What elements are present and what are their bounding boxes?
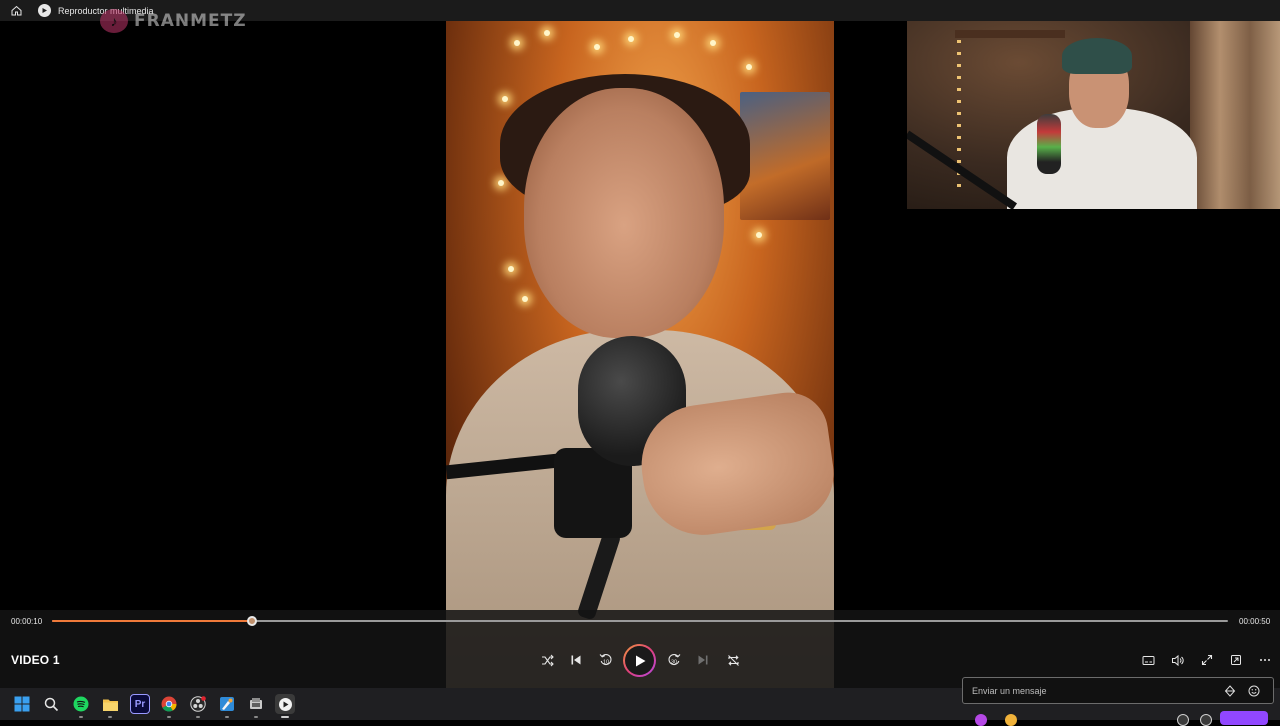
string-light xyxy=(498,180,504,186)
media-player-taskbar-icon[interactable] xyxy=(275,694,295,714)
play-button[interactable] xyxy=(623,644,656,677)
rewind-label: 10 xyxy=(603,660,609,666)
premiere-pro-label: Pr xyxy=(134,698,146,710)
more-icon[interactable] xyxy=(1255,650,1275,670)
string-light xyxy=(746,64,752,70)
rewind-10-icon[interactable]: 10 xyxy=(596,650,616,670)
taskbar-running-indicator xyxy=(167,716,171,718)
background-poster xyxy=(740,92,830,220)
webcam-overlay xyxy=(907,0,1280,209)
chat-placeholder: Enviar un mensaje xyxy=(972,685,1047,696)
bits-icon[interactable] xyxy=(1223,684,1236,697)
taskbar-active-indicator xyxy=(281,716,289,718)
windows-start-icon[interactable] xyxy=(12,694,32,714)
string-light xyxy=(522,296,528,302)
taskbar-running-indicator xyxy=(225,716,229,718)
skip-next-icon[interactable] xyxy=(693,650,713,670)
tiktok-logo-icon: ♪ xyxy=(100,9,128,33)
fullscreen-icon[interactable] xyxy=(1197,650,1217,670)
string-light xyxy=(502,96,508,102)
play-icon xyxy=(635,655,645,666)
video-title: VIDEO 1 xyxy=(11,653,60,667)
paint-icon[interactable] xyxy=(217,694,237,714)
string-light xyxy=(594,44,600,50)
chat-badge-icon xyxy=(975,714,987,726)
string-light xyxy=(514,40,520,46)
forward-30-icon[interactable]: 30 xyxy=(664,650,684,670)
seek-bar[interactable] xyxy=(52,616,1228,626)
webcam-mic-arm xyxy=(907,130,1018,209)
string-light xyxy=(756,232,762,238)
webcam-streamer-cap xyxy=(1062,38,1132,74)
shuffle-icon[interactable] xyxy=(537,650,557,670)
search-icon[interactable] xyxy=(41,694,61,714)
seek-progress xyxy=(52,620,252,622)
channel-points-icon[interactable] xyxy=(1005,714,1017,726)
chat-settings-icon[interactable] xyxy=(1177,714,1189,726)
seek-thumb[interactable] xyxy=(246,616,257,626)
webcam-shelf xyxy=(955,30,1065,38)
taskbar-running-indicator xyxy=(254,716,258,718)
subtitles-icon[interactable] xyxy=(1138,650,1158,670)
string-light xyxy=(508,266,514,272)
repeat-off-icon[interactable] xyxy=(723,650,743,670)
current-time: 00:00:10 xyxy=(11,617,43,626)
string-light xyxy=(674,32,680,38)
emote-icon[interactable] xyxy=(1247,684,1260,697)
webcam-microphone xyxy=(1037,114,1061,174)
taskbar-running-indicator xyxy=(108,716,112,718)
volume-icon[interactable] xyxy=(1167,650,1187,670)
gear-icon[interactable] xyxy=(1200,714,1212,726)
tiktok-watermark: ♪ FRANMETZ xyxy=(100,9,247,33)
webcam-curtain xyxy=(1190,0,1280,209)
string-light xyxy=(544,30,550,36)
media-player-app-icon xyxy=(38,4,51,17)
string-light xyxy=(628,36,634,42)
taskbar-running-indicator xyxy=(196,716,200,718)
skip-previous-icon[interactable] xyxy=(566,650,586,670)
watermark-text: FRANMETZ xyxy=(134,11,247,31)
speaker-face xyxy=(524,88,724,338)
chat-send-button[interactable] xyxy=(1220,711,1268,725)
file-explorer-icon[interactable] xyxy=(100,694,120,714)
video-frame[interactable] xyxy=(446,0,834,688)
app-icon[interactable] xyxy=(246,694,266,714)
chrome-icon[interactable] xyxy=(159,694,179,714)
miniplayer-icon[interactable] xyxy=(1226,650,1246,670)
home-icon[interactable] xyxy=(8,3,24,19)
obs-icon[interactable] xyxy=(188,694,208,714)
premiere-pro-icon[interactable]: Pr xyxy=(130,694,150,714)
string-light xyxy=(710,40,716,46)
spotify-icon[interactable] xyxy=(71,694,91,714)
taskbar-running-indicator xyxy=(79,716,83,718)
total-time: 00:00:50 xyxy=(1239,617,1271,626)
forward-label: 30 xyxy=(671,660,677,666)
